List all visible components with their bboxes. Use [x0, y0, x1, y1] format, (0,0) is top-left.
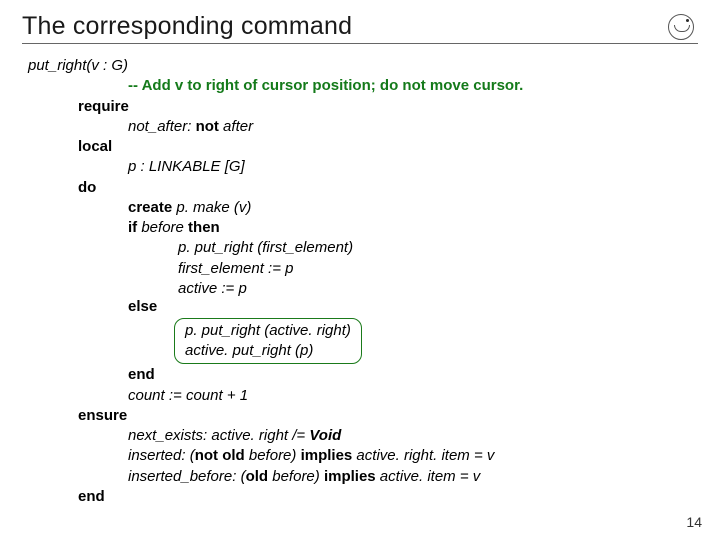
p2-old: old: [222, 447, 245, 464]
p3-tag: inserted_before: (: [128, 468, 246, 485]
slide: The corresponding command put_right(v : …: [0, 0, 720, 540]
pre-rest: after: [219, 118, 253, 135]
if-line: if before then: [26, 218, 698, 238]
precondition: not_after: not after: [26, 117, 698, 137]
title-rule: [22, 43, 698, 44]
kw-end: end: [26, 487, 698, 507]
kw-create: create: [128, 199, 172, 216]
pre-not: not: [196, 118, 219, 135]
signature-line: put_right(v : G): [26, 56, 698, 76]
p1-tag: next_exists:: [128, 427, 211, 444]
kw-end-if: end: [26, 365, 698, 385]
pre-tag: not_after:: [128, 118, 191, 135]
highlight-box: p. put_right (active. right) active. put…: [174, 318, 362, 364]
kw-if: if: [128, 219, 137, 236]
kw-ensure: ensure: [26, 406, 698, 426]
p1-mid: active. right /=: [211, 427, 309, 444]
else-line-2: active. put_right (p): [185, 341, 351, 361]
create-rest: p. make (v): [172, 199, 251, 216]
kw-else: else: [26, 297, 698, 317]
post-line-2: inserted: (not old before) implies activ…: [26, 446, 698, 466]
p2-not: not: [195, 447, 218, 464]
kw-then: then: [188, 219, 220, 236]
p3-mid: before): [268, 468, 324, 485]
p3-implies: implies: [324, 468, 376, 485]
code-block: put_right(v : G) -- Add v to right of cu…: [22, 56, 698, 507]
comment-line: -- Add v to right of cursor position; do…: [26, 76, 698, 96]
p3-old: old: [246, 468, 269, 485]
p1-void: Void: [309, 427, 341, 444]
local-decl: p : LINKABLE [G]: [26, 157, 698, 177]
p2-rest: active. right. item = v: [352, 447, 494, 464]
count-line: count := count + 1: [26, 386, 698, 406]
else-line-1: p. put_right (active. right): [185, 321, 351, 341]
routine-name: put_right: [28, 57, 86, 74]
create-line: create p. make (v): [26, 198, 698, 218]
then-line-3: active := p: [26, 279, 698, 299]
routine-params: (v : G): [86, 57, 128, 74]
p3-rest: active. item = v: [376, 468, 481, 485]
post-line-3: inserted_before: (old before) implies ac…: [26, 467, 698, 487]
if-cond: before: [137, 219, 188, 236]
p2-implies: implies: [301, 447, 353, 464]
then-line-1: p. put_right (first_element): [26, 238, 698, 258]
p2-mid: before): [245, 447, 301, 464]
post-line-1: next_exists: active. right /= Void: [26, 426, 698, 446]
then-line-2: first_element := p: [26, 259, 698, 279]
kw-local: local: [26, 137, 698, 157]
title-row: The corresponding command: [22, 12, 698, 41]
p2-tag: inserted: (: [128, 447, 195, 464]
kw-require: require: [26, 97, 698, 117]
kw-do: do: [26, 178, 698, 198]
slide-title: The corresponding command: [22, 12, 352, 41]
logo-icon: [668, 14, 694, 40]
page-number: 14: [686, 514, 702, 530]
